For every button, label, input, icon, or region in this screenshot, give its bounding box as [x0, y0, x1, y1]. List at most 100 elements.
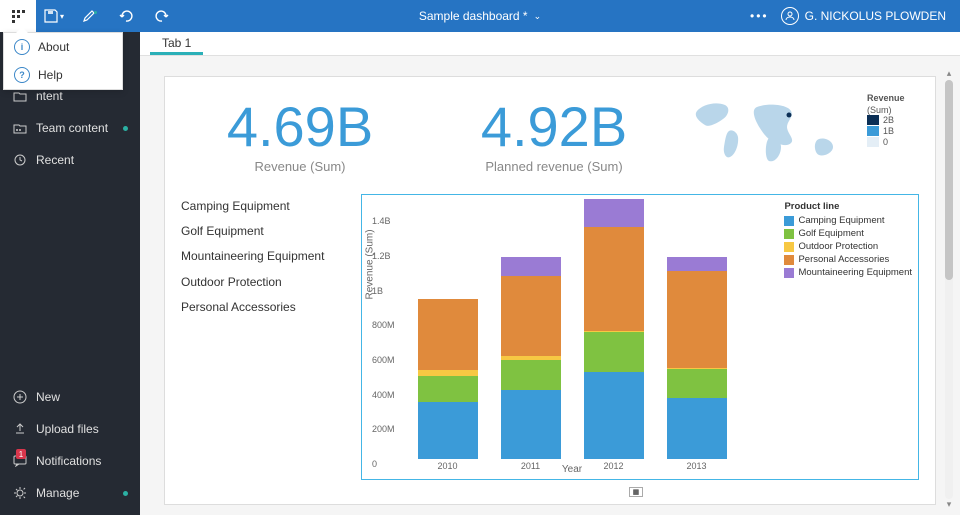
user-icon: [781, 7, 799, 25]
legend-swatch: [784, 268, 794, 278]
map-legend-subtitle: (Sum): [867, 105, 905, 115]
sidebar-item-recent[interactable]: Recent: [0, 144, 140, 176]
bar-segment: [584, 199, 644, 227]
floppy-icon: [44, 9, 58, 23]
scroll-down-arrow-icon[interactable]: ▾: [942, 499, 956, 511]
sidebar-item-label: Team content: [36, 121, 108, 135]
sidebar-item-label: Upload files: [36, 422, 99, 436]
bar-segment: [584, 332, 644, 372]
legend-swatch: [867, 126, 879, 136]
bar-2012[interactable]: [584, 199, 644, 459]
redo-button[interactable]: [144, 0, 180, 32]
sidebar-item-teamcontent[interactable]: Team content: [0, 112, 140, 144]
scrollbar-thumb[interactable]: [945, 80, 953, 280]
bar-segment: [501, 276, 561, 356]
bar-segment: [501, 257, 561, 276]
y-tick: 800M: [372, 320, 395, 330]
kpi-row: 4.69B Revenue (Sum) 4.92B Planned revenu…: [181, 93, 919, 184]
tab-label: Tab 1: [162, 36, 191, 50]
team-folder-icon: [12, 120, 28, 136]
list-item[interactable]: Mountaineering Equipment: [181, 244, 349, 269]
list-item[interactable]: Camping Equipment: [181, 194, 349, 219]
bar-segment: [584, 372, 644, 459]
legend-swatch: [784, 242, 794, 252]
menu-help[interactable]: ? Help: [4, 61, 122, 89]
app-menu-dropdown: i About ? Help: [3, 32, 123, 90]
undo-button[interactable]: [108, 0, 144, 32]
chevron-down-icon: ⌄: [534, 11, 542, 22]
legend-swatch: [784, 255, 794, 265]
sidebar-item-new[interactable]: New: [0, 381, 140, 413]
legend-swatch: [867, 115, 879, 125]
world-map-icon: [689, 93, 859, 171]
more-button[interactable]: •••: [750, 9, 769, 23]
save-button[interactable]: ▾: [36, 0, 72, 32]
legend-label: 1B: [883, 126, 894, 136]
bar-2013[interactable]: [667, 257, 727, 459]
legend-swatch: [867, 137, 879, 147]
stacked-bar-chart[interactable]: Product line Camping Equipment Golf Equi…: [361, 194, 919, 480]
x-axis-label: Year: [562, 464, 582, 475]
sidebar-item-notifications[interactable]: 1 Notifications: [0, 445, 140, 477]
bar-segment: [418, 376, 478, 402]
tabbar: Tab 1: [140, 32, 960, 56]
user-name: G. NICKOLUS PLOWDEN: [805, 9, 946, 23]
scroll-up-arrow-icon[interactable]: ▴: [942, 68, 956, 80]
bar-2010[interactable]: [418, 299, 478, 459]
list-item[interactable]: Personal Accessories: [181, 295, 349, 320]
dashboard-title: Sample dashboard *: [419, 9, 528, 23]
bar-segment: [418, 299, 478, 370]
dashboard-canvas: 4.69B Revenue (Sum) 4.92B Planned revenu…: [164, 76, 936, 505]
user-menu[interactable]: G. NICKOLUS PLOWDEN: [781, 7, 946, 25]
legend-swatch: [784, 216, 794, 226]
plus-icon: [12, 389, 28, 405]
help-icon: ?: [14, 67, 30, 83]
kpi-planned-revenue[interactable]: 4.92B Planned revenue (Sum): [435, 93, 673, 184]
upload-icon: [12, 421, 28, 437]
notification-badge: 1: [16, 449, 26, 459]
active-dot-icon: [123, 491, 128, 496]
bar-2011[interactable]: [501, 257, 561, 459]
grid-icon: [11, 9, 25, 23]
clock-icon: [12, 152, 28, 168]
sidebar-item-label: ntent: [36, 89, 63, 103]
chevron-down-icon: ▾: [60, 12, 64, 21]
sidebar-item-upload[interactable]: Upload files: [0, 413, 140, 445]
y-tick: 400M: [372, 390, 395, 400]
menu-about[interactable]: i About: [4, 33, 122, 61]
legend-label: Personal Accessories: [798, 254, 889, 265]
bar-segment: [584, 227, 644, 331]
legend-label: 2B: [883, 115, 894, 125]
active-dot-icon: [123, 126, 128, 131]
map-legend: Revenue (Sum) 2B 1B 0: [867, 93, 905, 148]
sidebar-item-manage[interactable]: Manage: [0, 477, 140, 509]
legend-swatch: [784, 229, 794, 239]
bar-segment: [667, 369, 727, 398]
bar-segment: [418, 402, 478, 459]
x-tick: 2010: [437, 461, 457, 471]
tab-tab1[interactable]: Tab 1: [150, 32, 203, 55]
x-tick: 2011: [521, 461, 540, 471]
kpi-value: 4.69B: [181, 99, 419, 155]
sidebar: ntent Team content Recent New Upload fil…: [0, 32, 140, 515]
sidebar-item-label: Notifications: [36, 454, 101, 468]
bar-segment: [667, 398, 727, 459]
list-item[interactable]: Outdoor Protection: [181, 270, 349, 295]
legend-label: Outdoor Protection: [798, 241, 878, 252]
product-line-list[interactable]: Camping Equipment Golf Equipment Mountai…: [181, 194, 349, 480]
map-widget[interactable]: Revenue (Sum) 2B 1B 0: [689, 93, 919, 171]
redo-icon: [154, 9, 170, 23]
topbar-right: ••• G. NICKOLUS PLOWDEN: [750, 7, 960, 25]
title-area[interactable]: Sample dashboard * ⌄: [419, 9, 541, 23]
edit-button[interactable]: [72, 0, 108, 32]
y-tick: 200M: [372, 424, 395, 434]
data-table-icon[interactable]: ▦: [629, 487, 643, 497]
legend-label: Mountaineering Equipment: [798, 267, 912, 278]
main: Tab 1 4.69B Revenue (Sum) 4.92B Planned …: [140, 32, 960, 515]
sidebar-item-label: Recent: [36, 153, 74, 167]
menu-help-label: Help: [38, 68, 63, 82]
chart-legend: Product line Camping Equipment Golf Equi…: [784, 201, 912, 280]
list-item[interactable]: Golf Equipment: [181, 219, 349, 244]
vertical-scrollbar[interactable]: ▴ ▾: [942, 68, 956, 511]
kpi-revenue[interactable]: 4.69B Revenue (Sum): [181, 93, 419, 184]
